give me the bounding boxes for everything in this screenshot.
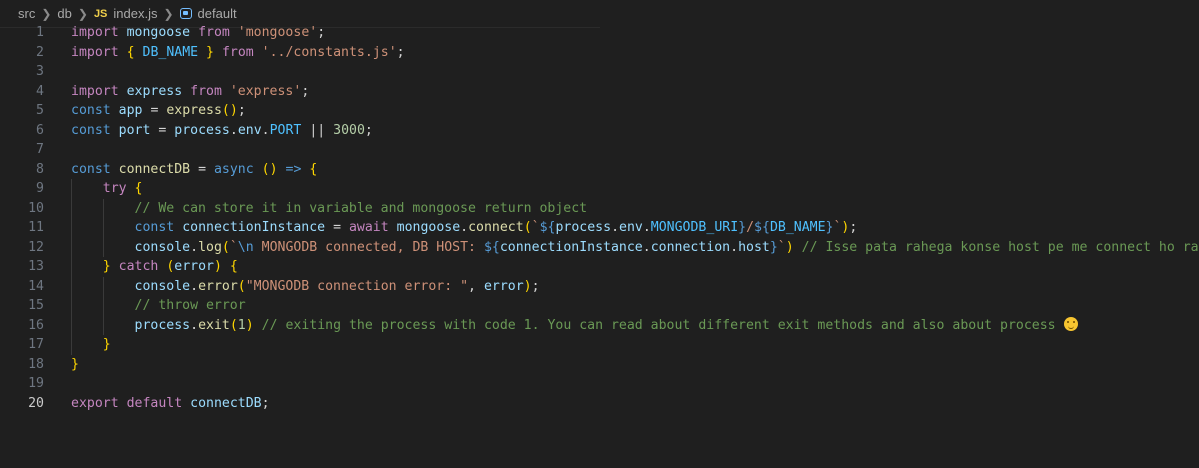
line-number: 10 [28, 200, 44, 216]
smiling-face-emoji-icon [1063, 316, 1078, 331]
line-number: 5 [36, 103, 44, 118]
code-line[interactable]: 20 export default connectDB; [0, 394, 1199, 414]
code-line[interactable]: 11 const connectionInstance = await mong… [0, 218, 1199, 238]
code-text: import mongoose from 'mongoose'; [71, 25, 326, 40]
chevron-right-icon: ❯ [163, 6, 174, 21]
code-line[interactable]: 5 const app = express(); [0, 101, 1199, 121]
code-text: } catch (error) { [102, 259, 238, 274]
breadcrumb-item-db[interactable]: db [57, 6, 71, 21]
code-text: export default connectDB; [71, 395, 270, 411]
line-number: 15 [28, 298, 44, 313]
line-number: 17 [28, 337, 44, 352]
line-number: 6 [36, 122, 44, 138]
line-number: 19 [28, 376, 44, 391]
code-text: import { DB_NAME } from '../constants.js… [71, 44, 405, 60]
code-line[interactable]: 9 try { [0, 179, 1199, 199]
code-text: } [71, 356, 79, 372]
code-line[interactable]: 6 const port = process.env.PORT || 3000; [0, 121, 1199, 141]
line-number: 2 [36, 44, 44, 60]
code-text: } [102, 337, 111, 352]
line-number: 1 [36, 25, 44, 40]
code-editor[interactable]: 1 import mongoose from 'mongoose'; 2 import… [0, 23, 1199, 413]
javascript-file-icon: JS [93, 7, 108, 20]
line-number: 11 [28, 220, 44, 235]
code-text: const port = process.env.PORT || 3000; [71, 122, 373, 138]
code-text: const connectionInstance = await mongoos… [134, 220, 858, 235]
line-number: 16 [28, 317, 44, 333]
code-text: process.exit(1) // exiting the process w… [71, 316, 1078, 336]
line-number: 9 [36, 181, 44, 196]
line-number: 3 [36, 64, 44, 79]
code-text: import express from 'express'; [71, 83, 310, 99]
code-text: // We can store it in variable and mongo… [134, 200, 588, 216]
code-line[interactable]: 8 const connectDB = async () => { [0, 160, 1199, 180]
line-number: 20 [28, 395, 44, 411]
chevron-right-icon: ❯ [41, 6, 52, 21]
code-line[interactable]: 17 } [0, 335, 1199, 355]
code-line[interactable]: 10 // We can store it in variable and mo… [0, 198, 1199, 218]
code-line[interactable]: 7 [0, 140, 1199, 160]
variable-symbol-icon [179, 8, 192, 19]
code-line[interactable]: 14 console.error("MONGODB connection err… [0, 276, 1199, 296]
code-text: // throw error [134, 298, 246, 313]
breadcrumb-item-src[interactable]: src [18, 6, 35, 21]
code-line[interactable]: 12 console.log(`\n MONGODB connected, DB… [0, 237, 1199, 257]
code-text: const app = express(); [71, 103, 246, 118]
code-line[interactable]: 2 import { DB_NAME } from '../constants.j… [0, 43, 1199, 63]
line-number: 14 [28, 278, 44, 294]
code-line[interactable]: 13 } catch (error) { [0, 257, 1199, 277]
breadcrumb-item-file[interactable]: index.js [113, 6, 157, 21]
code-text: try { [102, 181, 143, 196]
code-text: console.log(`\n MONGODB connected, DB HO… [134, 239, 1199, 255]
line-number: 18 [28, 356, 44, 372]
line-number: 4 [36, 83, 44, 99]
breadcrumb-item-symbol[interactable]: default [198, 6, 237, 21]
line-number: 12 [28, 239, 44, 255]
code-line[interactable]: 4 import express from 'express'; [0, 82, 1199, 102]
line-number: 7 [36, 142, 44, 157]
code-line[interactable]: 1 import mongoose from 'mongoose'; [0, 23, 1199, 43]
code-line[interactable]: 18} [0, 355, 1199, 375]
code-text: console.error("MONGODB connection error:… [134, 278, 540, 294]
code-line[interactable]: 15 // throw error [0, 296, 1199, 316]
code-text: const connectDB = async () => { [71, 161, 318, 177]
code-line[interactable]: 3 [0, 62, 1199, 82]
chevron-right-icon: ❯ [77, 6, 88, 21]
code-line[interactable]: 19 [0, 374, 1199, 394]
line-number: 13 [28, 259, 44, 274]
line-number: 8 [36, 161, 44, 177]
code-line[interactable]: 16 process.exit(1) // exiting the proces… [0, 315, 1199, 336]
